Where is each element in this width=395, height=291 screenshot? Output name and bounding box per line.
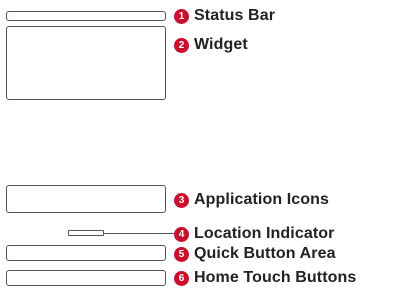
callout-number-badge: 6 — [174, 270, 189, 286]
callout-number-badge: 4 — [174, 226, 189, 242]
application-icons-region — [6, 185, 166, 213]
location-indicator-region — [68, 230, 104, 236]
callout-location-indicator: 4 Location Indicator — [174, 224, 334, 244]
callout-label: Quick Button Area — [194, 245, 336, 262]
callout-number-badge: 5 — [174, 246, 189, 262]
quick-button-area-region — [6, 245, 166, 261]
callout-quick-button-area: 5 Quick Button Area — [174, 244, 336, 264]
callout-label: Home Touch Buttons — [194, 269, 357, 286]
home-touch-buttons-region — [6, 270, 166, 286]
location-indicator-leader-line — [104, 233, 174, 234]
callout-application-icons: 3 Application Icons — [174, 190, 329, 210]
callout-label: Application Icons — [194, 191, 330, 208]
callout-widget: 2 Widget — [174, 35, 248, 55]
callout-number-badge: 2 — [174, 37, 189, 53]
callout-label: Widget — [194, 36, 248, 53]
callout-status-bar: 1 Status Bar — [174, 6, 275, 26]
home-screen-diagram: 1 Status Bar 2 Widget 3 Application Icon… — [0, 0, 395, 291]
callout-home-touch-buttons: 6 Home Touch Buttons — [174, 268, 356, 288]
callout-label: Location Indicator — [194, 225, 335, 242]
status-bar-region — [6, 11, 166, 21]
callout-number-badge: 1 — [174, 8, 189, 24]
callout-number-badge: 3 — [174, 192, 189, 208]
callout-label: Status Bar — [194, 7, 276, 24]
widget-region — [6, 26, 166, 100]
